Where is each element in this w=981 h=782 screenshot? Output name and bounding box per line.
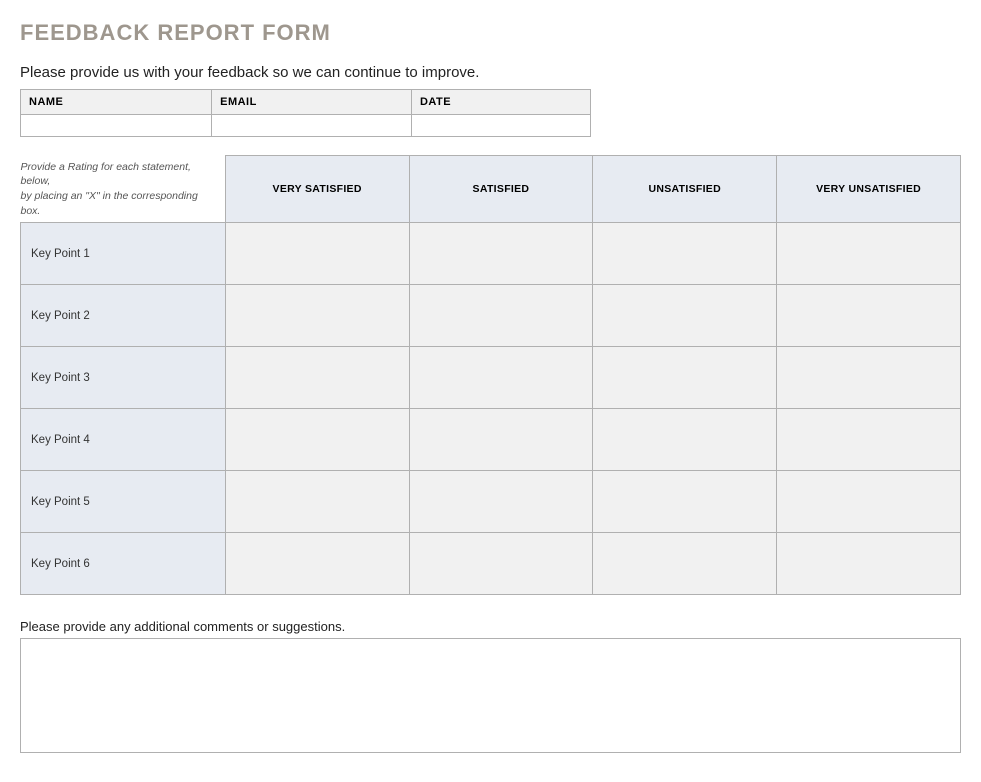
rating-row: Key Point 4 — [21, 409, 961, 471]
rating-row: Key Point 2 — [21, 285, 961, 347]
rating-cell-very-satisfied[interactable] — [225, 533, 409, 595]
rating-cell-very-unsatisfied[interactable] — [777, 409, 961, 471]
rating-cell-satisfied[interactable] — [409, 471, 593, 533]
rating-cell-very-satisfied[interactable] — [225, 223, 409, 285]
rating-table: Provide a Rating for each statement, bel… — [20, 155, 961, 595]
rating-cell-satisfied[interactable] — [409, 409, 593, 471]
rating-row-label: Key Point 6 — [21, 533, 226, 595]
rating-row-label: Key Point 2 — [21, 285, 226, 347]
rating-cell-very-unsatisfied[interactable] — [777, 285, 961, 347]
rating-col-very-satisfied: VERY SATISFIED — [225, 156, 409, 223]
rating-cell-satisfied[interactable] — [409, 285, 593, 347]
rating-cell-satisfied[interactable] — [409, 347, 593, 409]
rating-row: Key Point 5 — [21, 471, 961, 533]
rating-instruction-line1: Provide a Rating for each statement, bel… — [21, 161, 191, 188]
rating-cell-very-unsatisfied[interactable] — [777, 533, 961, 595]
contact-name-input[interactable] — [21, 115, 212, 137]
rating-col-very-unsatisfied: VERY UNSATISFIED — [777, 156, 961, 223]
rating-cell-unsatisfied[interactable] — [593, 347, 777, 409]
rating-cell-unsatisfied[interactable] — [593, 223, 777, 285]
rating-col-satisfied: SATISFIED — [409, 156, 593, 223]
rating-row-label: Key Point 4 — [21, 409, 226, 471]
rating-cell-satisfied[interactable] — [409, 533, 593, 595]
rating-row: Key Point 3 — [21, 347, 961, 409]
rating-cell-very-unsatisfied[interactable] — [777, 471, 961, 533]
rating-col-unsatisfied: UNSATISFIED — [593, 156, 777, 223]
rating-cell-unsatisfied[interactable] — [593, 409, 777, 471]
rating-cell-very-satisfied[interactable] — [225, 347, 409, 409]
contact-table: NAME EMAIL DATE — [20, 89, 591, 137]
rating-cell-very-unsatisfied[interactable] — [777, 347, 961, 409]
contact-header-email: EMAIL — [212, 90, 412, 115]
rating-instruction-line2: by placing an "X" in the corresponding b… — [21, 190, 198, 217]
rating-cell-unsatisfied[interactable] — [593, 285, 777, 347]
contact-email-input[interactable] — [212, 115, 412, 137]
contact-header-date: DATE — [411, 90, 590, 115]
rating-instruction: Provide a Rating for each statement, bel… — [21, 156, 226, 223]
rating-row: Key Point 1 — [21, 223, 961, 285]
comments-input[interactable] — [20, 638, 961, 753]
form-title: FEEDBACK REPORT FORM — [20, 20, 961, 46]
rating-cell-very-satisfied[interactable] — [225, 285, 409, 347]
comments-label: Please provide any additional comments o… — [20, 619, 961, 634]
intro-text: Please provide us with your feedback so … — [20, 64, 961, 81]
rating-cell-satisfied[interactable] — [409, 223, 593, 285]
rating-row-label: Key Point 5 — [21, 471, 226, 533]
rating-cell-unsatisfied[interactable] — [593, 471, 777, 533]
rating-row-label: Key Point 3 — [21, 347, 226, 409]
rating-row-label: Key Point 1 — [21, 223, 226, 285]
rating-cell-very-unsatisfied[interactable] — [777, 223, 961, 285]
rating-cell-very-satisfied[interactable] — [225, 409, 409, 471]
contact-date-input[interactable] — [411, 115, 590, 137]
contact-header-name: NAME — [21, 90, 212, 115]
rating-row: Key Point 6 — [21, 533, 961, 595]
rating-cell-very-satisfied[interactable] — [225, 471, 409, 533]
rating-cell-unsatisfied[interactable] — [593, 533, 777, 595]
